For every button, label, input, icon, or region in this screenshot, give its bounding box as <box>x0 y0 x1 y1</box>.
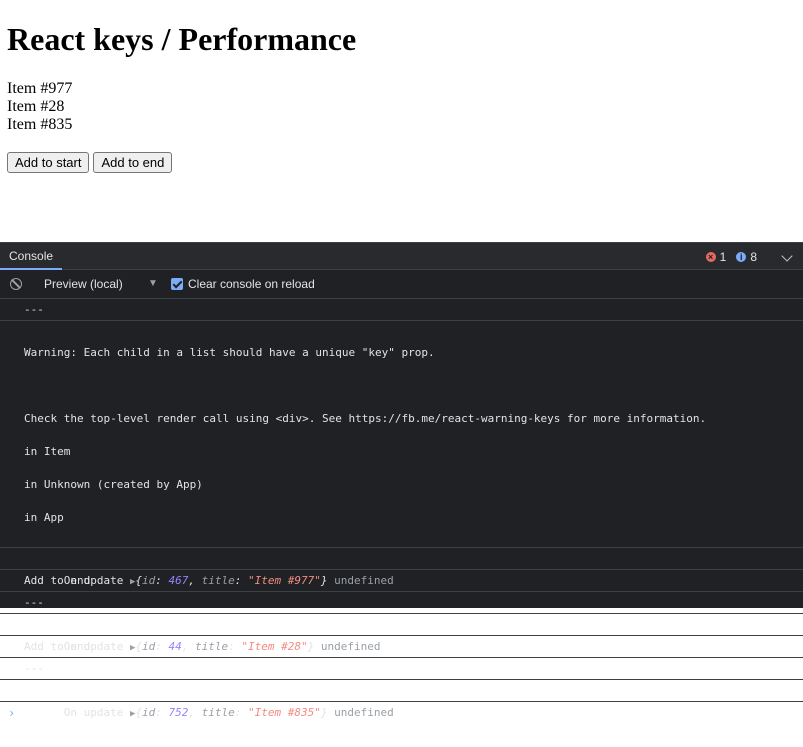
console-message: --- <box>0 658 803 680</box>
console-message[interactable]: On update ▶{id: 44, title: "Item #28"} u… <box>0 614 803 653</box>
warning-text: in Unknown (created by App) <box>24 478 203 491</box>
undefined-value: undefined <box>320 640 381 653</box>
context-select[interactable]: Preview (local) <box>44 270 123 298</box>
console-message: --- <box>0 592 803 614</box>
issue-counts[interactable]: × 1 i 8 <box>705 243 757 270</box>
info-count[interactable]: i 8 <box>736 250 757 264</box>
clear-on-reload-label: Clear console on reload <box>188 277 315 291</box>
chevron-down-icon[interactable] <box>781 250 793 262</box>
dropdown-arrow-icon[interactable]: ▼ <box>148 270 158 298</box>
console-message[interactable]: On update ▶{id: 752, title: "Item #835"}… <box>0 680 803 719</box>
add-to-start-button[interactable]: Add to start <box>7 152 90 173</box>
log-label: On update <box>63 706 124 719</box>
console-message[interactable]: On update ▶{id: 467, title: "Item #977"}… <box>0 548 803 587</box>
devtools-panel: Console × 1 i 8 Preview (local) ▼ Clear … <box>0 242 803 720</box>
clear-on-reload-toggle[interactable]: Clear console on reload <box>171 277 315 291</box>
object-key: title <box>201 706 235 719</box>
object-value: 752 <box>168 706 189 719</box>
devtools-tabbar: Console × 1 i 8 <box>0 242 803 270</box>
warning-text: in Item <box>24 445 71 458</box>
object-key: id <box>142 706 156 719</box>
warning-text: Check the top-level render call using <d… <box>24 412 707 425</box>
object-key: title <box>201 574 235 587</box>
object-key: title <box>195 640 229 653</box>
checkbox-checked[interactable] <box>171 278 183 290</box>
object-value: "Item #28" <box>241 640 308 653</box>
warning-text: Warning: Each child in a list should hav… <box>24 346 435 359</box>
list-item: Item #977 <box>7 80 73 97</box>
object-key: id <box>142 640 156 653</box>
object-value: "Item #977" <box>248 574 321 587</box>
tab-console[interactable]: Console <box>0 243 63 270</box>
object-value: 44 <box>168 640 182 653</box>
list-item: Item #835 <box>7 116 73 133</box>
preview-pane: React keys / Performance Item #977 Item … <box>0 0 803 242</box>
warning-text: in App <box>24 511 64 524</box>
console-messages: --- Warning: Each child in a list should… <box>0 299 803 724</box>
error-count[interactable]: × 1 <box>705 249 727 264</box>
list-item: Item #28 <box>7 98 65 115</box>
info-icon: i <box>736 251 747 262</box>
info-count-value: 8 <box>750 249 757 264</box>
page-title: React keys / Performance <box>7 21 357 57</box>
add-to-end-button[interactable]: Add to end <box>93 152 173 173</box>
button-row: Add to start Add to end <box>7 152 173 173</box>
undefined-value: undefined <box>334 574 394 587</box>
object-key: id <box>142 574 156 587</box>
clear-console-icon[interactable] <box>10 278 22 290</box>
object-value: 467 <box>168 574 189 587</box>
item-list: Item #977 Item #28 Item #835 <box>7 80 72 134</box>
undefined-value: undefined <box>334 706 394 719</box>
console-toolbar: Preview (local) ▼ Clear console on reloa… <box>0 270 803 299</box>
error-icon: × <box>705 251 716 262</box>
console-message: --- <box>0 299 803 321</box>
error-count-value: 1 <box>719 249 727 264</box>
console-warning: Warning: Each child in a list should hav… <box>0 321 803 548</box>
prompt-chevron-icon: › <box>8 706 16 720</box>
object-value: "Item #835" <box>248 706 321 719</box>
